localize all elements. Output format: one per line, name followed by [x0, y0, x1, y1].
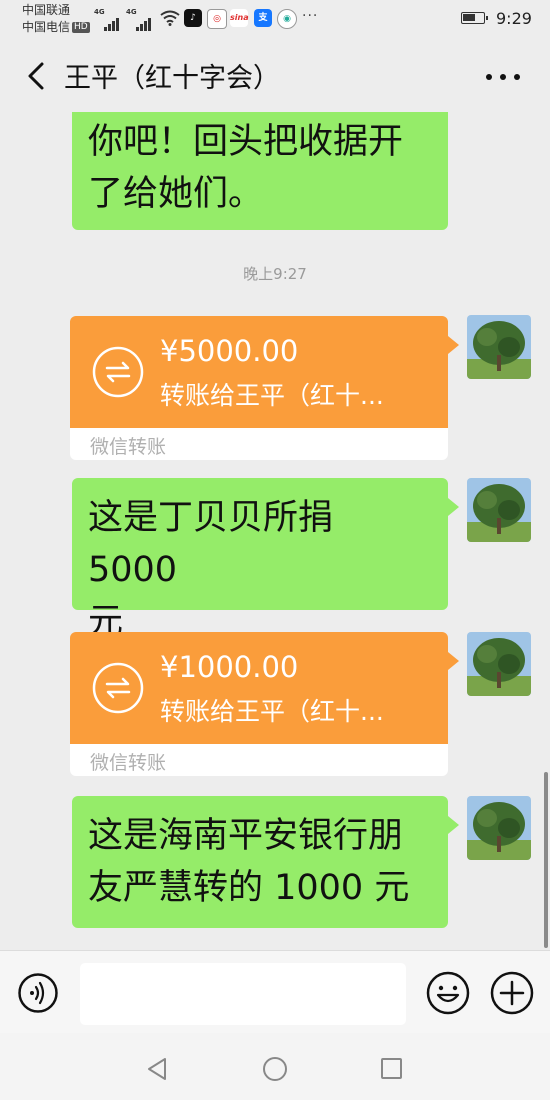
alipay-icon: 支 [254, 9, 272, 27]
add-icon[interactable] [490, 971, 534, 1015]
transfer-arrows-icon [92, 662, 144, 714]
back-arrow-icon[interactable] [22, 60, 52, 92]
message-timestamp: 晚上9:27 [243, 265, 307, 283]
message-line: 你吧！回头把收据开 [88, 122, 404, 162]
voice-input-icon[interactable] [18, 973, 58, 1013]
battery-icon [461, 12, 488, 24]
browser-icon: ◉ [277, 9, 297, 29]
carrier-name-1: 中国联通 [22, 3, 71, 17]
bubble-tail [448, 336, 459, 354]
carrier-name-2: 中国电信 HD [22, 20, 90, 34]
bubble-tail [448, 652, 459, 670]
transfer-card[interactable]: ¥5000.00 转账给王平（红十... 微信转账 [70, 316, 448, 460]
signal-strength-icon-2: 4G [126, 8, 160, 31]
carrier-name-2-text: 中国电信 [22, 20, 71, 34]
avatar[interactable] [467, 632, 531, 696]
signal-strength-icon-1: 4G [94, 8, 128, 31]
message-line: 了给她们。 [88, 174, 264, 214]
tiktok-icon: ♪ [184, 9, 202, 27]
transfer-arrows-icon [92, 346, 144, 398]
message-line: 友严慧转的 1000 元 [88, 868, 410, 908]
system-navigation-bar [0, 1033, 550, 1100]
transfer-amount: ¥1000.00 [160, 650, 299, 684]
transfer-label: 微信转账 [90, 752, 167, 774]
message-input[interactable] [80, 963, 406, 1025]
avatar[interactable] [467, 478, 531, 542]
transfer-card-body: ¥1000.00 转账给王平（红十... [70, 632, 448, 744]
message-bubble-text[interactable]: 你吧！回头把收据开 了给她们。 [72, 112, 448, 230]
message-line: 这是海南平安银行朋 [88, 816, 404, 856]
weibo-icon: ◎ [207, 9, 227, 29]
emoji-icon[interactable] [426, 971, 470, 1015]
transfer-description: 转账给王平（红十... [160, 381, 384, 410]
chat-header: 王平（红十字会） [0, 40, 550, 112]
chat-title: 王平（红十字会） [64, 63, 280, 94]
transfer-amount: ¥5000.00 [160, 334, 299, 368]
nav-recents-icon[interactable] [381, 1058, 402, 1079]
scrollbar[interactable] [544, 772, 548, 948]
transfer-card-footer: 微信转账 [70, 428, 448, 460]
transfer-label: 微信转账 [90, 436, 167, 458]
avatar[interactable] [467, 315, 531, 379]
nav-home-icon[interactable] [263, 1057, 287, 1081]
status-time: 9:29 [496, 9, 532, 28]
transfer-card[interactable]: ¥1000.00 转账给王平（红十... 微信转账 [70, 632, 448, 776]
transfer-card-footer: 微信转账 [70, 744, 448, 776]
sina-icon: sina [230, 9, 249, 27]
nav-back-icon[interactable] [146, 1057, 168, 1081]
status-bar: 中国联通 中国电信 HD 4G 4G ♪ ◎ sina 支 ◉ ··· 9:29 [0, 0, 550, 40]
bubble-tail [448, 498, 459, 516]
transfer-description: 转账给王平（红十... [160, 697, 384, 726]
transfer-card-body: ¥5000.00 转账给王平（红十... [70, 316, 448, 428]
message-line: 这是丁贝贝所捐 5000 [88, 498, 334, 590]
wifi-icon [160, 10, 180, 26]
message-bubble-text[interactable]: 这是丁贝贝所捐 5000 元 [72, 478, 448, 642]
more-notifications-icon: ··· [302, 8, 319, 24]
more-options-icon[interactable] [486, 74, 522, 84]
message-bubble-text[interactable]: 这是海南平安银行朋 友严慧转的 1000 元 [72, 796, 448, 928]
hd-badge: HD [72, 22, 90, 33]
avatar[interactable] [467, 796, 531, 860]
bubble-tail [448, 816, 459, 834]
input-bar [0, 950, 550, 1033]
